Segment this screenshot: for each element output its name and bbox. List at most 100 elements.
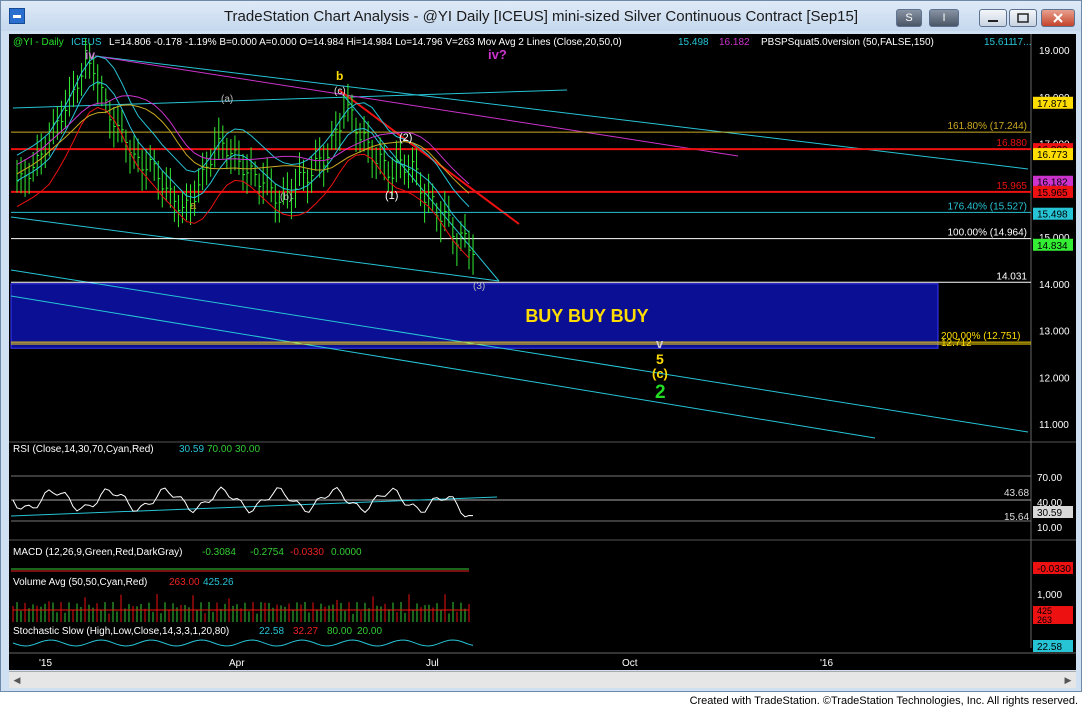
- study-tail: 17...: [1012, 37, 1031, 48]
- time-tick-15: '15: [39, 658, 52, 669]
- macd-diff: -0.0330: [290, 547, 324, 558]
- price-bar: [407, 154, 411, 189]
- price-bar: [444, 191, 447, 232]
- macd-tag: -0.0330: [1037, 564, 1071, 575]
- price-bar: [274, 183, 278, 223]
- stoch-title: Stochastic Slow (High,Low,Close,14,3,3,1…: [13, 626, 229, 637]
- price-bar: [109, 100, 112, 139]
- top-cyan-line: [12, 89, 568, 109]
- wave-label-b-paren: (b): [280, 192, 292, 203]
- time-tick-apr: Apr: [229, 658, 245, 669]
- wave-label-a: a: [190, 200, 197, 212]
- scroll-right-arrow-icon[interactable]: ▶: [1062, 674, 1074, 686]
- price-bar: [32, 151, 36, 182]
- volume-title: Volume Avg (50,50,Cyan,Red): [13, 577, 147, 588]
- mid-channel-line: [10, 216, 500, 282]
- i-button[interactable]: I: [929, 9, 959, 27]
- wave-label-1: (1): [385, 190, 398, 202]
- price-bar: [177, 194, 181, 228]
- price-bar: [311, 156, 314, 193]
- price-bar: [169, 168, 173, 208]
- price-bar: [44, 136, 48, 169]
- maximize-icon: [1017, 13, 1029, 23]
- horizontal-scrollbar[interactable]: ◀ ▶: [9, 671, 1076, 688]
- price-bar: [198, 168, 201, 203]
- price-bar: [165, 167, 169, 202]
- price-bar: [412, 147, 415, 183]
- price-bar: [262, 162, 266, 204]
- wave-label-3: (3): [473, 281, 485, 292]
- close-button[interactable]: [1041, 9, 1075, 27]
- price-bar: [294, 168, 298, 208]
- price-bar: [81, 63, 84, 96]
- price-bar: [270, 168, 274, 203]
- price-bar: [234, 135, 237, 171]
- exchange-label: ICEUS: [71, 37, 102, 48]
- price-bar: [186, 183, 189, 221]
- price-bar: [258, 173, 262, 205]
- rsi-tick-10: 10.00: [1037, 523, 1062, 534]
- chart-area[interactable]: @YI - Daily ICEUS L=14.806 -0.178 -1.19%…: [9, 34, 1076, 670]
- scroll-left-arrow-icon[interactable]: ◀: [11, 674, 23, 686]
- price-bar: [210, 148, 213, 177]
- level-label-0: 161.80% (17.244): [947, 121, 1027, 132]
- stoch-k: 22.58: [259, 626, 284, 637]
- rsi-line: [12, 486, 474, 518]
- title-bar: TradeStation Chart Analysis - @YI Daily …: [1, 1, 1081, 31]
- price-tick-6: 13.000: [1039, 327, 1070, 338]
- wave-label-c-yellow: (c): [652, 366, 668, 381]
- price-tick-7: 12.000: [1039, 373, 1070, 384]
- buy-zone-box: [10, 283, 939, 349]
- stoch-d: 32.27: [293, 626, 318, 637]
- maximize-button[interactable]: [1009, 9, 1037, 27]
- tradestation-credit: Created with TradeStation. ©TradeStation…: [689, 695, 1078, 707]
- price-bar: [28, 162, 32, 195]
- price-bar: [468, 230, 471, 270]
- wave-label-b: b: [336, 69, 343, 83]
- price-bar: [335, 111, 338, 151]
- price-bar: [36, 134, 40, 177]
- price-bar: [286, 172, 290, 209]
- stoch-upper: 80.00: [327, 626, 352, 637]
- price-bar: [161, 171, 165, 208]
- level-label-7: 12.712: [941, 338, 972, 349]
- magenta-trend-line: [94, 55, 739, 157]
- level-label-5: 14.031: [996, 271, 1027, 282]
- s-button[interactable]: S: [896, 9, 922, 27]
- symbol-label: @YI - Daily: [13, 37, 64, 48]
- price-bar: [60, 100, 64, 134]
- time-tick-oct: Oct: [622, 658, 638, 669]
- rsi-title: RSI (Close,14,30,70,Cyan,Red): [13, 444, 154, 455]
- price-tick-8: 11.000: [1039, 420, 1069, 431]
- wave-label-v: v: [656, 336, 664, 351]
- wave-label-c-paren: (c): [334, 86, 346, 97]
- study-value: 15.611: [984, 37, 1014, 48]
- wave-3-channel-line: [338, 89, 500, 282]
- macd-value: -0.3084: [202, 547, 236, 558]
- level-label-4: 100.00% (14.964): [947, 228, 1027, 239]
- time-tick-jul: Jul: [426, 658, 439, 669]
- price-bar: [456, 233, 459, 266]
- level-label-2: 15.965: [996, 181, 1027, 192]
- price-tag-2: 16.773: [1037, 150, 1068, 161]
- price-bar: [101, 75, 104, 107]
- price-bar: [117, 105, 120, 143]
- price-bar: [323, 145, 326, 187]
- macd-signal: -0.2754: [250, 547, 284, 558]
- rsi-lower: 30.00: [235, 444, 260, 455]
- price-tag-0: 17.871: [1037, 99, 1068, 110]
- price-bar: [226, 137, 229, 170]
- price-bar: [222, 125, 225, 160]
- price-tag-4: 15.965: [1037, 188, 1068, 199]
- price-bar: [452, 217, 455, 255]
- price-bar: [399, 142, 403, 179]
- minimize-button[interactable]: [979, 9, 1007, 27]
- price-bar: [379, 137, 383, 175]
- price-bar: [315, 139, 318, 171]
- price-bar: [141, 149, 145, 191]
- macd-zero: 0.0000: [331, 547, 362, 558]
- stoch-tag: 22.58: [1037, 642, 1062, 653]
- rsi-label-30: 30.59: [1037, 508, 1062, 519]
- volume-avg-value: 425.26: [203, 577, 234, 588]
- stoch-k-line: [12, 639, 474, 647]
